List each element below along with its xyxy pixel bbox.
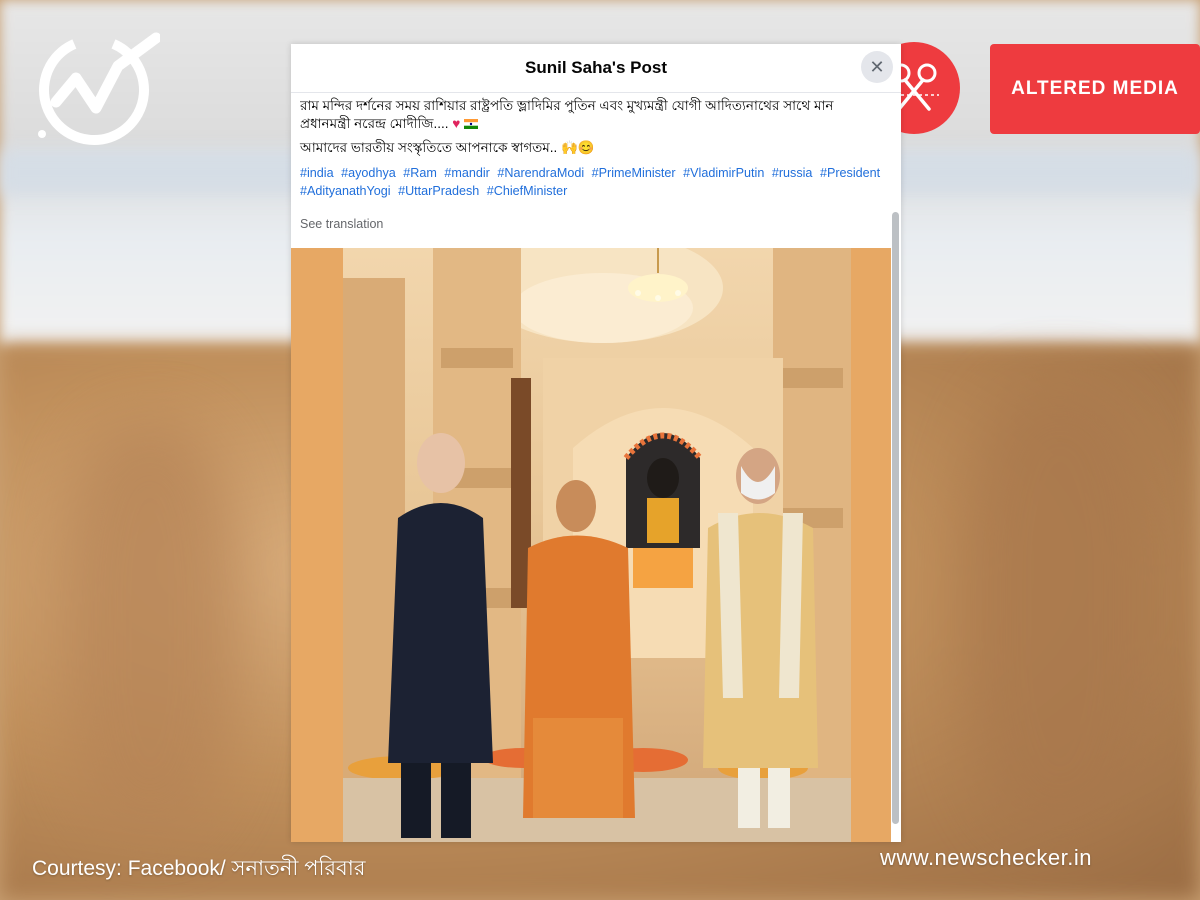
post-text-line-3: আমাদের ভারতীয় সংস্কৃতিতে আপনাকে স্বাগতম… (300, 140, 558, 155)
hashtag-link[interactable]: #Ram (403, 166, 437, 180)
hashtag-link[interactable]: #ayodhya (341, 166, 396, 180)
dialog-header: Sunil Saha's Post ✕ (291, 44, 901, 93)
altered-media-label: ALTERED MEDIA (1011, 78, 1179, 99)
post-dialog: Sunil Saha's Post ✕ রাম মন্দির দর্শনের স… (291, 44, 901, 842)
dialog-title: Sunil Saha's Post (525, 58, 667, 77)
post-text-line-2: প্রধানমন্ত্রী নরেন্দ্র মোদীজি.... (300, 116, 449, 131)
close-icon: ✕ (869, 56, 885, 77)
see-translation-link[interactable]: See translation (300, 217, 892, 231)
hashtag-link[interactable]: #President (820, 166, 880, 180)
heart-icon: ♥ (452, 116, 461, 131)
hashtag-link[interactable]: #mandir (444, 166, 490, 180)
hashtag-link[interactable]: #india (300, 166, 334, 180)
hashtag-link[interactable]: #russia (772, 166, 813, 180)
hashtag-link[interactable]: #UttarPradesh (398, 184, 479, 198)
scrollbar[interactable] (892, 212, 899, 824)
hashtag-link[interactable]: #NarendraModi (497, 166, 584, 180)
post-photo[interactable] (291, 248, 891, 842)
hashtag-link[interactable]: #VladimirPutin (683, 166, 764, 180)
post-text-line: রাম মন্দির দর্শনের সময় রাশিয়ার রাষ্ট্র… (300, 97, 892, 115)
hashtag-link[interactable]: #AdityanathYogi (300, 184, 391, 198)
temple-photo (343, 248, 851, 842)
temple-illustration (343, 248, 851, 842)
hashtag-link[interactable]: #ChiefMinister (487, 184, 568, 198)
hashtag-link[interactable]: #PrimeMinister (592, 166, 676, 180)
raised-hands-icon: 🙌 (561, 140, 578, 155)
post-text-line: প্রধানমন্ত্রী নরেন্দ্র মোদীজি.... ♥ (300, 115, 892, 133)
smiling-face-icon: 😊 (577, 140, 595, 155)
india-flag-icon (464, 119, 479, 129)
background-blob (960, 380, 1160, 840)
close-button[interactable]: ✕ (861, 51, 893, 83)
post-body: রাম মন্দির দর্শনের সময় রাশিয়ার রাষ্ট্র… (291, 93, 901, 231)
altered-media-badge: ALTERED MEDIA (990, 44, 1200, 134)
post-text-line-1: রাম মন্দির দর্শনের সময় রাশিয়ার রাষ্ট্র… (300, 98, 834, 113)
courtesy-credit: Courtesy: Facebook/ সনাতনী পরিবার (32, 857, 366, 880)
hashtags: #india #ayodhya #Ram #mandir #NarendraMo… (300, 164, 892, 200)
newschecker-logo-icon (38, 32, 160, 145)
hashtag-row: #india #ayodhya #Ram #mandir #NarendraMo… (300, 164, 892, 182)
site-url: www.newschecker.in (880, 845, 1092, 870)
hashtag-row: #AdityanathYogi #UttarPradesh #ChiefMini… (300, 182, 892, 200)
background-blob (60, 420, 240, 840)
post-text-line: আমাদের ভারতীয় সংস্কৃতিতে আপনাকে স্বাগতম… (300, 139, 892, 157)
